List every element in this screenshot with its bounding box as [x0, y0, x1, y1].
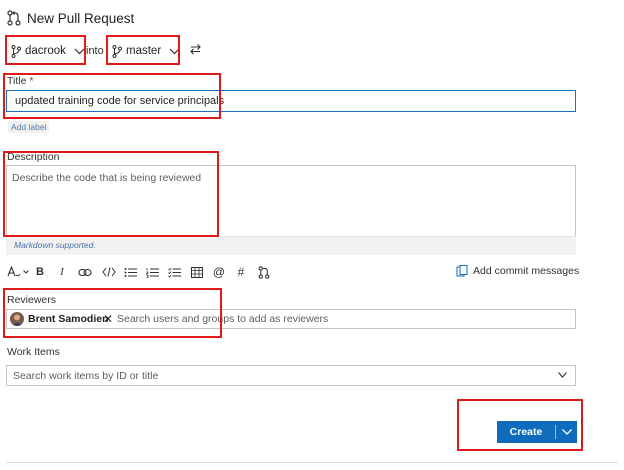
format-text-icon[interactable]: [6, 265, 22, 279]
source-branch-label: dacrook: [25, 45, 66, 57]
bold-icon[interactable]: B: [34, 265, 46, 279]
pull-request-link-icon[interactable]: [257, 265, 271, 279]
add-label-button[interactable]: Add label: [8, 121, 50, 133]
target-branch-dropdown[interactable]: master: [112, 41, 180, 61]
reviewers-search-placeholder: Search users and groups to add as review…: [117, 313, 329, 325]
italic-icon[interactable]: I: [56, 265, 68, 279]
into-label: into: [86, 45, 104, 57]
title-input[interactable]: [6, 90, 576, 112]
create-button-label: Create: [509, 426, 543, 438]
reviewer-chip-name: Brent Samodien: [28, 313, 109, 325]
title-label: Title *: [7, 75, 33, 87]
description-label: Description: [7, 151, 60, 163]
divider: [6, 462, 618, 463]
avatar: [10, 312, 24, 326]
swap-branches-icon[interactable]: [189, 43, 202, 55]
create-button[interactable]: Create: [497, 421, 577, 443]
mention-icon[interactable]: @: [212, 265, 226, 279]
source-branch-dropdown[interactable]: dacrook: [11, 41, 85, 61]
hashtag-icon[interactable]: #: [235, 265, 247, 279]
table-icon[interactable]: [189, 265, 205, 279]
commit-messages-icon: [456, 265, 468, 277]
pull-request-icon: [7, 10, 21, 26]
reviewers-label: Reviewers: [7, 294, 57, 306]
code-icon[interactable]: [101, 265, 117, 279]
description-placeholder: Describe the code that is being reviewed: [12, 172, 202, 184]
chevron-down-icon: [558, 372, 567, 378]
title-label-text: Title: [7, 75, 27, 87]
add-commit-messages-button[interactable]: Add commit messages: [456, 265, 579, 277]
link-icon[interactable]: [77, 265, 93, 279]
bullet-list-icon[interactable]: [123, 265, 139, 279]
chevron-down-icon: [74, 48, 85, 54]
chevron-down-icon: [561, 429, 572, 435]
work-items-label: Work Items: [7, 346, 60, 358]
target-branch-label: master: [126, 45, 162, 57]
markdown-supported-link[interactable]: Markdown supported.: [14, 240, 96, 250]
add-commit-messages-label: Add commit messages: [473, 265, 580, 277]
work-items-placeholder: Search work items by ID or title: [13, 370, 159, 382]
numbered-list-icon[interactable]: [145, 265, 161, 279]
create-options-dropdown[interactable]: [556, 429, 577, 435]
page-title: New Pull Request: [27, 11, 135, 26]
required-marker: *: [29, 75, 34, 87]
remove-reviewer-icon[interactable]: ✕: [103, 312, 113, 326]
branch-icon: [112, 44, 122, 58]
format-text-chevron-icon[interactable]: [22, 265, 30, 279]
chevron-down-icon: [169, 48, 180, 54]
branch-icon: [11, 44, 21, 58]
checklist-icon[interactable]: [167, 265, 183, 279]
